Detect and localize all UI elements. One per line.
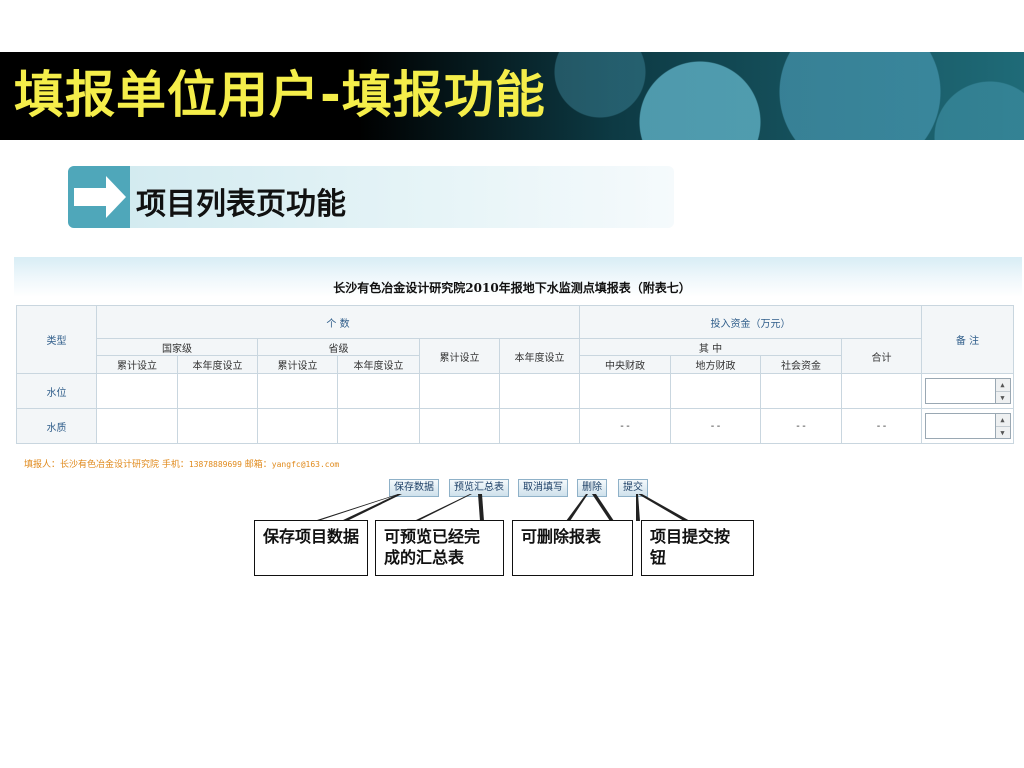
table-cell[interactable]: [670, 373, 761, 409]
header-national: 国家级: [96, 338, 258, 356]
callout-preview: 可预览已经完成的汇总表: [375, 520, 504, 576]
header-remarks: 备 注: [921, 305, 1014, 374]
form-title: 长沙有色冶金设计研究院2010年报地下水监测点填报表（附表七）: [333, 281, 691, 295]
preview-summary-button[interactable]: 预览汇总表: [449, 479, 509, 497]
table-cell[interactable]: [177, 408, 258, 444]
table-cell: --: [670, 408, 761, 444]
header-local: 地方财政: [670, 355, 761, 374]
table-row: 水质 -- -- -- -- ▲ ▼: [16, 408, 1014, 444]
table-cell[interactable]: [337, 408, 420, 444]
header-count: 个 数: [96, 305, 580, 339]
table-cell: --: [579, 408, 671, 444]
header-cumulative: 累计设立: [419, 338, 500, 374]
header-this-year: 本年度设立: [499, 338, 580, 374]
filler-label: 填报人：: [24, 460, 61, 470]
table-cell[interactable]: [419, 408, 500, 444]
table-cell[interactable]: [257, 373, 338, 409]
callout-submit: 项目提交按钮: [641, 520, 754, 576]
table-cell[interactable]: [841, 373, 922, 409]
phone-number: 13878889699: [188, 460, 242, 469]
phone-label: 手机：: [161, 460, 189, 470]
filler-org: 长沙有色冶金设计研究院: [60, 460, 160, 470]
table-cell[interactable]: [419, 373, 500, 409]
table-cell[interactable]: [760, 373, 842, 409]
email-label: 邮箱：: [244, 460, 272, 470]
table-cell[interactable]: [337, 373, 420, 409]
table-cell[interactable]: [96, 408, 178, 444]
table-cell[interactable]: [499, 373, 580, 409]
header-provincial-this-year: 本年度设立: [337, 355, 420, 374]
table-cell[interactable]: [257, 408, 338, 444]
email-address: yangfc@163.com: [271, 460, 340, 469]
table-cell[interactable]: [579, 373, 671, 409]
spinner-up-icon[interactable]: ▲: [996, 379, 1010, 391]
filler-info: 填报人：长沙有色冶金设计研究院 手机：13878889699 邮箱：yangfc…: [24, 457, 339, 470]
header-provincial-cumulative: 累计设立: [257, 355, 338, 374]
spinner-down-icon[interactable]: ▼: [995, 426, 1010, 439]
table-cell[interactable]: [499, 408, 580, 444]
remarks-input[interactable]: ▲ ▼: [924, 378, 1011, 404]
header-of-which: 其 中: [579, 338, 842, 356]
table-cell: --: [760, 408, 842, 444]
header-central: 中央财政: [579, 355, 671, 374]
row-label: 水位: [16, 373, 97, 409]
header-national-this-year: 本年度设立: [177, 355, 258, 374]
cancel-fill-button[interactable]: 取消填写: [518, 479, 568, 497]
header-national-cumulative: 累计设立: [96, 355, 178, 374]
spinner-buttons: ▲ ▼: [994, 414, 1010, 439]
arrow-tile: [68, 166, 130, 228]
submit-button[interactable]: 提交: [618, 479, 648, 497]
header-provincial: 省级: [257, 338, 420, 356]
table-cell[interactable]: [96, 373, 178, 409]
report-table: 类型 个 数 投入资金（万元） 备 注 国家级 省级 累计设立 本年度设立 其 …: [16, 305, 1014, 444]
spinner-down-icon[interactable]: ▼: [995, 391, 1010, 404]
callout-save: 保存项目数据: [254, 520, 368, 576]
section-subtitle: 项目列表页功能: [136, 187, 346, 222]
delete-button[interactable]: 删除: [577, 479, 607, 497]
row-label: 水质: [16, 408, 97, 444]
remarks-cell: ▲ ▼: [921, 373, 1014, 409]
arrow-right-icon: [74, 176, 126, 218]
header-type: 类型: [16, 305, 97, 374]
spinner-up-icon[interactable]: ▲: [996, 414, 1010, 426]
spinner-buttons: ▲ ▼: [994, 379, 1010, 404]
save-data-button[interactable]: 保存数据: [389, 479, 439, 497]
header-investment: 投入资金（万元）: [579, 305, 922, 339]
remarks-cell: ▲ ▼: [921, 408, 1014, 444]
remarks-input[interactable]: ▲ ▼: [924, 413, 1011, 439]
table-cell[interactable]: [177, 373, 258, 409]
table-row: 水位 ▲ ▼: [16, 373, 1014, 409]
table-cell: --: [841, 408, 922, 444]
slide-title: 填报单位用户-填报功能: [14, 66, 546, 124]
callout-delete: 可删除报表: [512, 520, 633, 576]
header-social: 社会资金: [760, 355, 842, 374]
header-total: 合计: [841, 338, 922, 374]
